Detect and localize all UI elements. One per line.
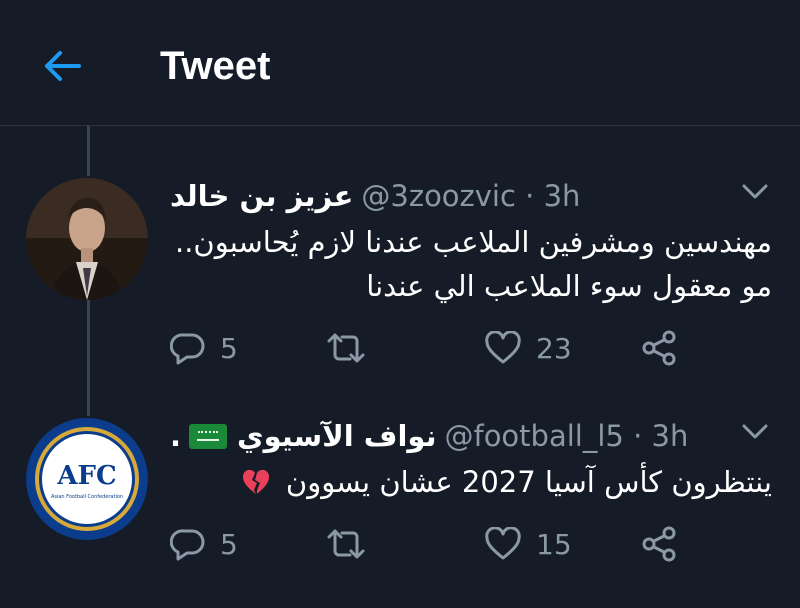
tweet-actions: 5 23 <box>170 326 710 370</box>
tweet-body: ينتظرون كأس آسيا 2027 عشان يسوون <box>241 460 772 504</box>
tweet-header: عزيز بن خالد @3zoozvic · 3h <box>170 176 580 216</box>
display-name[interactable]: عزيز بن خالد <box>170 179 353 213</box>
like-count: 15 <box>536 527 572 561</box>
avatar[interactable]: AFC Asian Football Confederation <box>26 418 148 540</box>
reply-icon <box>170 529 205 561</box>
reply-icon <box>170 333 205 365</box>
chevron-down-icon <box>742 184 768 199</box>
arrow-left-icon <box>45 51 81 81</box>
heart-icon <box>485 331 521 364</box>
tweet-line: مو معقول سوء الملاعب الي عندنا <box>366 269 772 303</box>
share-icon <box>642 330 676 366</box>
thread-connector-top <box>87 126 90 176</box>
retweet-icon <box>327 333 365 363</box>
tweet-body: مهندسين ومشرفين الملاعب عندنا لازم يُحاس… <box>175 220 772 308</box>
share-icon <box>642 526 676 562</box>
saudi-flag-icon <box>189 423 228 449</box>
retweet-button[interactable] <box>326 326 380 370</box>
afc-logo-subtext: Asian Football Confederation <box>51 494 123 500</box>
timestamp[interactable]: 3h <box>544 179 581 213</box>
tweet-line: مهندسين ومشرفين الملاعب عندنا لازم يُحاس… <box>174 225 772 259</box>
share-button[interactable] <box>640 522 678 566</box>
reply-count: 5 <box>220 527 238 561</box>
handle[interactable]: @football_l5 <box>444 419 623 453</box>
tweet-actions: 5 15 <box>170 522 710 566</box>
reply-button[interactable]: 5 <box>170 522 238 566</box>
reply-count: 5 <box>220 331 238 365</box>
tweet-header: . نواف الآسيوي @football_l5 · 3h <box>170 416 688 456</box>
tweet-line-text: ينتظرون كأس آسيا 2027 عشان يسوون <box>285 465 772 499</box>
like-button[interactable]: 23 <box>484 326 572 370</box>
dot-glyph: . <box>170 419 182 453</box>
reply-button[interactable]: 5 <box>170 326 238 370</box>
separator-dot: · <box>525 179 544 213</box>
tweet-line: ينتظرون كأس آسيا 2027 عشان يسوون <box>241 460 772 504</box>
like-count: 23 <box>536 331 572 365</box>
handle-and-time: @football_l5 · 3h <box>444 419 688 453</box>
share-button[interactable] <box>640 326 678 370</box>
chevron-down-icon <box>742 424 768 439</box>
heart-icon <box>485 527 521 560</box>
avatar[interactable] <box>26 178 148 300</box>
top-bar: Tweet <box>0 0 800 126</box>
broken-heart-icon <box>242 469 269 494</box>
retweet-button[interactable] <box>326 522 380 566</box>
retweet-icon <box>327 529 365 559</box>
like-button[interactable]: 15 <box>484 522 572 566</box>
afc-logo-text: AFC <box>56 461 116 491</box>
more-options-button[interactable] <box>735 172 775 212</box>
timestamp[interactable]: 3h <box>652 419 689 453</box>
handle-and-time: @3zoozvic · 3h <box>361 179 580 213</box>
thread-connector <box>87 298 90 416</box>
handle[interactable]: @3zoozvic <box>361 179 516 213</box>
separator-dot: · <box>633 419 652 453</box>
page-title: Tweet <box>160 44 271 88</box>
display-name[interactable]: نواف الآسيوي <box>237 419 436 453</box>
back-button[interactable] <box>40 44 84 88</box>
more-options-button[interactable] <box>735 412 775 452</box>
